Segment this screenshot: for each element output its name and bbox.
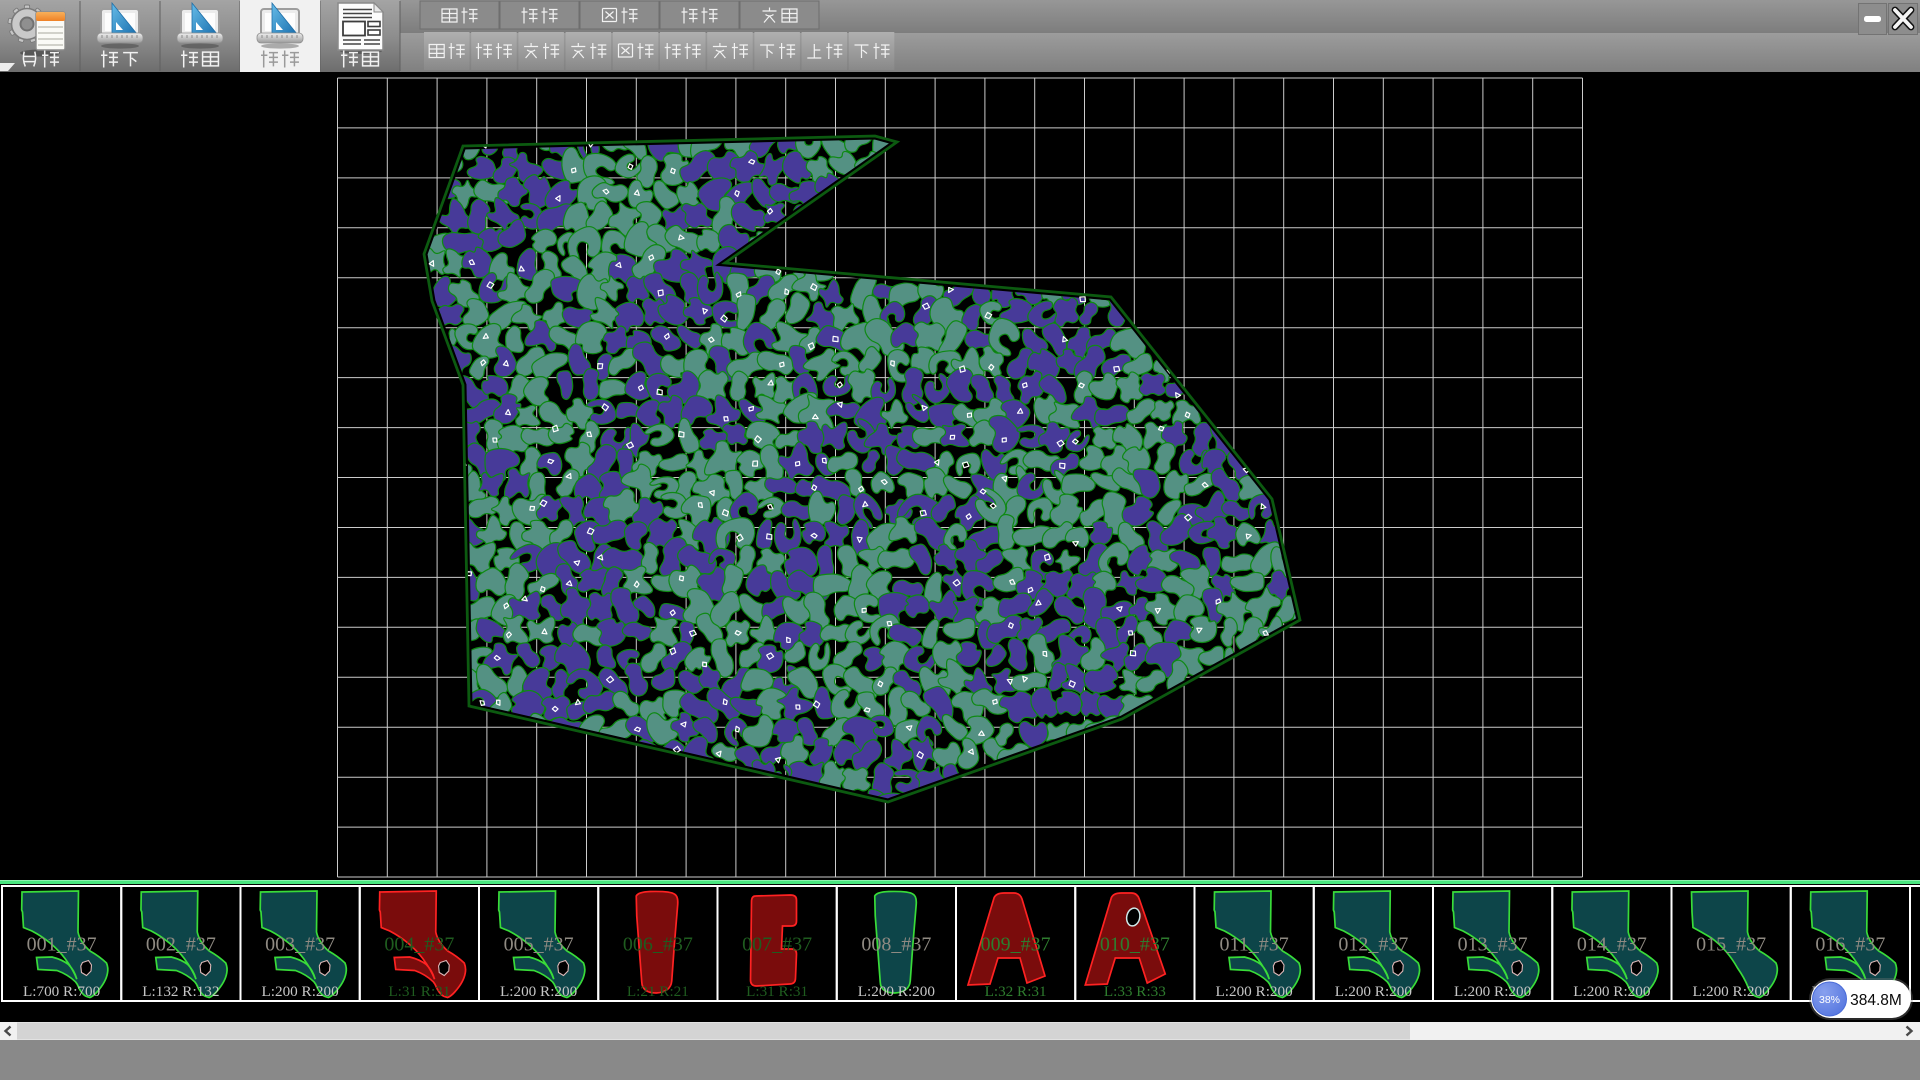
svg-text:014_#37: 014_#37 — [1577, 934, 1647, 956]
svg-text:L:32 R:31: L:32 R:31 — [985, 983, 1047, 1000]
svg-text:L:700 R:700: L:700 R:700 — [23, 983, 101, 1000]
svg-text:016_#37: 016_#37 — [1815, 934, 1885, 956]
svg-text:L:200 R:200: L:200 R:200 — [1215, 983, 1293, 1000]
svg-text:009_#37: 009_#37 — [981, 934, 1051, 956]
svg-text:007_#37: 007_#37 — [742, 934, 812, 956]
svg-text:L:200 R:200: L:200 R:200 — [1454, 983, 1532, 1000]
svg-text:L:200 R:200: L:200 R:200 — [1692, 983, 1770, 1000]
svg-text:015_#37: 015_#37 — [1696, 934, 1766, 956]
svg-text:L:200 R:200: L:200 R:200 — [1573, 983, 1651, 1000]
svg-text:L:31 R:31: L:31 R:31 — [388, 983, 450, 1000]
svg-text:L:200 R:200: L:200 R:200 — [261, 983, 339, 1000]
svg-text:L:200 R:200: L:200 R:200 — [858, 983, 936, 1000]
svg-text:010_#37: 010_#37 — [1100, 934, 1170, 956]
svg-text:003_#37: 003_#37 — [265, 934, 335, 956]
svg-text:L:132 R:132: L:132 R:132 — [142, 983, 219, 1000]
svg-text:011_#37: 011_#37 — [1219, 934, 1288, 956]
svg-text:008_#37: 008_#37 — [861, 934, 931, 956]
svg-text:384.8M: 384.8M — [1850, 992, 1902, 1009]
svg-text:L:200 R:200: L:200 R:200 — [1335, 983, 1413, 1000]
svg-text:L:21 R:21: L:21 R:21 — [627, 983, 689, 1000]
svg-text:002_#37: 002_#37 — [146, 934, 216, 956]
svg-text:006_#37: 006_#37 — [623, 934, 693, 956]
svg-text:L:33 R:33: L:33 R:33 — [1104, 983, 1166, 1000]
svg-text:L:200 R:200: L:200 R:200 — [500, 983, 578, 1000]
svg-text:004_#37: 004_#37 — [384, 934, 454, 956]
svg-text:L:31 R:31: L:31 R:31 — [746, 983, 808, 1000]
svg-text:012_#37: 012_#37 — [1338, 934, 1408, 956]
svg-text:013_#37: 013_#37 — [1458, 934, 1528, 956]
svg-text:005_#37: 005_#37 — [504, 934, 574, 956]
svg-text:38%: 38% — [1819, 994, 1840, 1006]
svg-text:001_#37: 001_#37 — [27, 934, 97, 956]
